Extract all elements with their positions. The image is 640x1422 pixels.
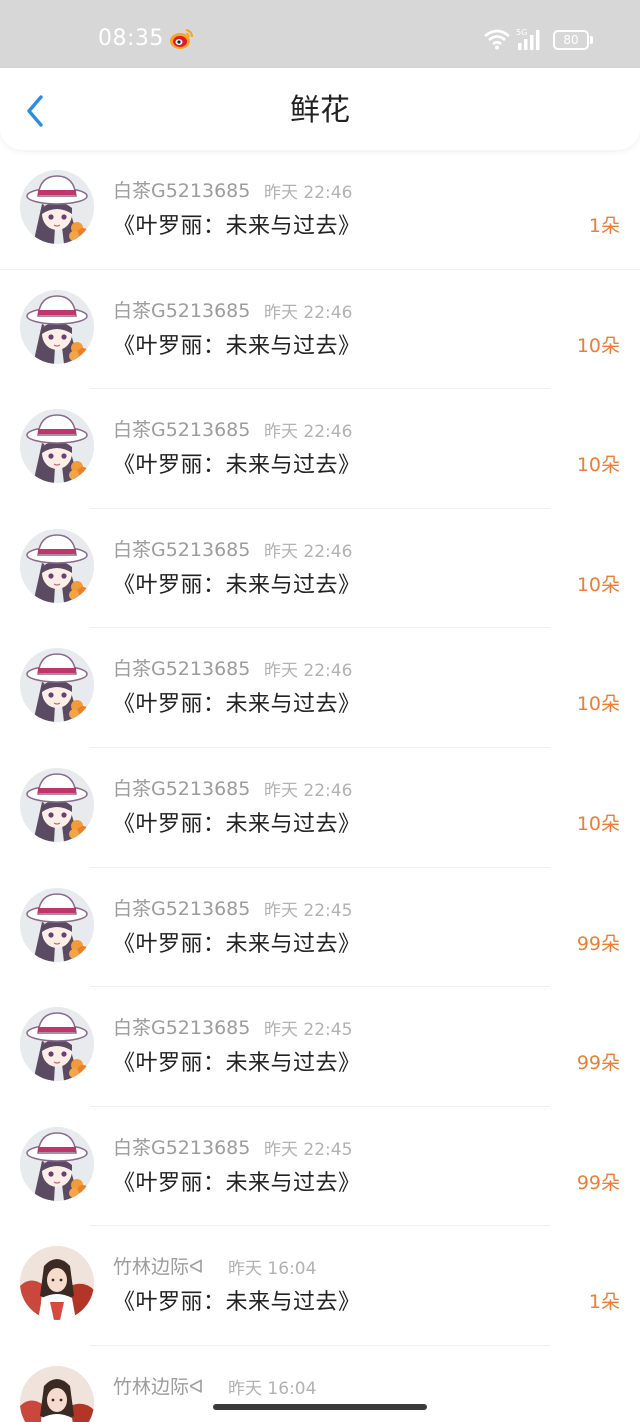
flower-count: 99朵 xyxy=(576,1052,620,1075)
home-indicator[interactable] xyxy=(213,1404,427,1410)
flower-count: 99朵 xyxy=(576,1171,620,1194)
user-name[interactable]: 白茶G5213685 xyxy=(113,774,250,801)
flower-record-row[interactable]: 竹林边际ᐊ 昨天 16:04 《叶罗丽：未来与过去》 1朵 xyxy=(0,1226,640,1346)
avatar[interactable] xyxy=(20,767,94,842)
book-title: 《叶罗丽：未来与过去》 xyxy=(113,333,361,359)
user-name[interactable]: 白茶G5213685 xyxy=(113,296,250,323)
book-title: 《叶罗丽：未来与过去》 xyxy=(113,1051,361,1077)
user-name[interactable]: 白茶G5213685 xyxy=(113,1133,250,1160)
flower-count: 99朵 xyxy=(576,932,620,955)
book-title: 《叶罗丽：未来与过去》 xyxy=(113,572,361,598)
flower-record-row[interactable]: 白茶G5213685 昨天 22:46 《叶罗丽：未来与过去》 1朵 xyxy=(0,150,640,270)
signal-icon: 5G xyxy=(516,27,546,51)
avatar[interactable] xyxy=(20,170,94,244)
avatar[interactable] xyxy=(20,1126,94,1201)
anime-hat-avatar xyxy=(20,409,94,484)
flower-count: 10朵 xyxy=(576,693,620,716)
avatar[interactable] xyxy=(20,1246,94,1321)
flower-record-row[interactable]: 竹林边际ᐊ 昨天 16:04 xyxy=(0,1346,640,1422)
avatar[interactable] xyxy=(20,528,94,603)
gift-time: 昨天 22:45 xyxy=(264,900,353,921)
status-time: 08:35 xyxy=(98,26,164,51)
chevron-left-icon xyxy=(27,95,43,127)
flower-record-row[interactable]: 白茶G5213685 昨天 22:46 《叶罗丽：未来与过去》 10朵 xyxy=(0,628,640,748)
anime-hat-avatar xyxy=(20,1126,94,1201)
user-name[interactable]: 白茶G5213685 xyxy=(113,1013,250,1040)
anime-hat-avatar xyxy=(20,767,94,842)
book-title: 《叶罗丽：未来与过去》 xyxy=(113,214,361,239)
book-title: 《叶罗丽：未来与过去》 xyxy=(113,1170,361,1196)
user-name[interactable]: 白茶G5213685 xyxy=(113,535,250,562)
avatar[interactable] xyxy=(20,1007,94,1082)
avatar[interactable] xyxy=(20,289,94,364)
flower-record-row[interactable]: 白茶G5213685 昨天 22:46 《叶罗丽：未来与过去》 10朵 xyxy=(0,748,640,868)
wifi-icon xyxy=(483,28,511,50)
status-bar: 08:35 5G 80 xyxy=(0,0,640,68)
book-title: 《叶罗丽：未来与过去》 xyxy=(113,453,361,479)
avatar[interactable] xyxy=(20,887,94,962)
red-robe-avatar xyxy=(20,1246,94,1321)
flower-record-row[interactable]: 白茶G5213685 昨天 22:46 《叶罗丽：未来与过去》 10朵 xyxy=(0,270,640,390)
flower-list: 白茶G5213685 昨天 22:46 《叶罗丽：未来与过去》 1朵 白茶G52136… xyxy=(0,150,640,1422)
book-title: 《叶罗丽：未来与过去》 xyxy=(113,811,361,837)
gift-time: 昨天 16:04 xyxy=(228,1259,317,1280)
user-name[interactable]: 竹林边际ᐊ xyxy=(113,1252,204,1279)
red-robe-avatar xyxy=(20,1365,94,1422)
flower-record-row[interactable]: 白茶G5213685 昨天 22:46 《叶罗丽：未来与过去》 10朵 xyxy=(0,389,640,509)
user-name[interactable]: 白茶G5213685 xyxy=(113,894,250,921)
battery-icon: 80 xyxy=(553,30,593,50)
flower-count: 10朵 xyxy=(576,573,620,596)
gift-time: 昨天 22:46 xyxy=(264,661,353,682)
book-title: 《叶罗丽：未来与过去》 xyxy=(113,1290,361,1316)
user-name[interactable]: 白茶G5213685 xyxy=(113,415,250,442)
flower-count: 10朵 xyxy=(576,334,620,357)
anime-hat-avatar xyxy=(20,528,94,603)
user-name[interactable]: 白茶G5213685 xyxy=(113,654,250,681)
page-title: 鲜花 xyxy=(290,93,350,128)
book-title: 《叶罗丽：未来与过去》 xyxy=(113,931,361,957)
book-title: 《叶罗丽：未来与过去》 xyxy=(113,692,361,718)
weibo-icon xyxy=(170,28,194,50)
gift-time: 昨天 22:45 xyxy=(264,1020,353,1041)
gift-time: 昨天 16:04 xyxy=(228,1378,317,1399)
flower-count: 1朵 xyxy=(588,215,620,237)
gift-time: 昨天 22:46 xyxy=(264,541,353,562)
avatar[interactable] xyxy=(20,648,94,723)
anime-hat-avatar xyxy=(20,1007,94,1082)
anime-hat-avatar xyxy=(20,648,94,723)
flower-count: 10朵 xyxy=(576,454,620,477)
back-button[interactable] xyxy=(20,92,50,130)
avatar[interactable] xyxy=(20,409,94,484)
battery-level: 80 xyxy=(563,33,579,47)
anime-hat-avatar xyxy=(20,170,94,244)
gift-time: 昨天 22:45 xyxy=(264,1139,353,1160)
flower-record-row[interactable]: 白茶G5213685 昨天 22:45 《叶罗丽：未来与过去》 99朵 xyxy=(0,987,640,1107)
user-name[interactable]: 竹林边际ᐊ xyxy=(113,1372,204,1399)
flower-count: 10朵 xyxy=(576,812,620,835)
gift-time: 昨天 22:46 xyxy=(264,302,353,323)
gift-time: 昨天 22:46 xyxy=(264,780,353,801)
gift-time: 昨天 22:46 xyxy=(264,183,353,203)
nav-bar: 鲜花 xyxy=(0,68,640,150)
flower-count: 1朵 xyxy=(588,1291,620,1314)
flower-record-row[interactable]: 白茶G5213685 昨天 22:46 《叶罗丽：未来与过去》 10朵 xyxy=(0,509,640,629)
avatar[interactable] xyxy=(20,1365,94,1422)
user-name[interactable]: 白茶G5213685 xyxy=(113,176,250,203)
flower-record-row[interactable]: 白茶G5213685 昨天 22:45 《叶罗丽：未来与过去》 99朵 xyxy=(0,1107,640,1227)
gift-time: 昨天 22:46 xyxy=(264,422,353,443)
network-label: 5G xyxy=(516,28,527,37)
flower-record-row[interactable]: 白茶G5213685 昨天 22:45 《叶罗丽：未来与过去》 99朵 xyxy=(0,868,640,988)
anime-hat-avatar xyxy=(20,289,94,364)
anime-hat-avatar xyxy=(20,887,94,962)
